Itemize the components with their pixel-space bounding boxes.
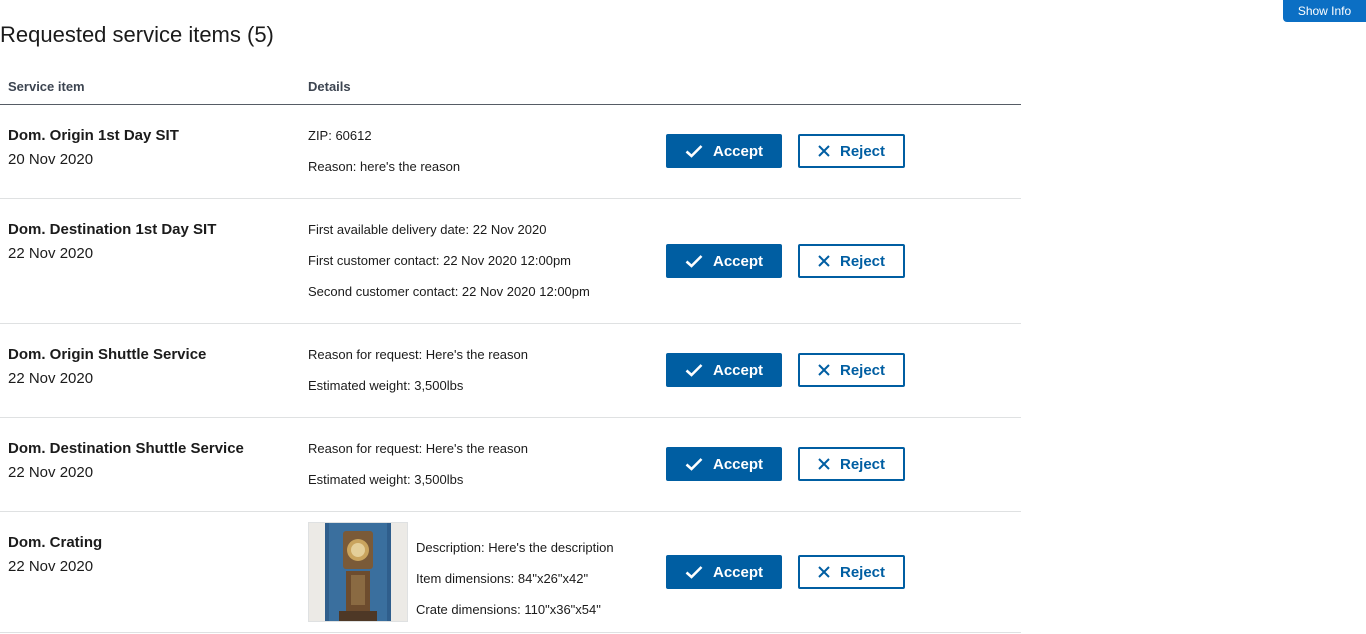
detail-line: First customer contact: 22 Nov 2020 12:0…	[308, 253, 572, 268]
grandfather-clock-photo	[309, 523, 407, 621]
close-icon	[818, 145, 830, 157]
service-item-date: 22 Nov 2020	[8, 464, 94, 481]
service-item-date: 22 Nov 2020	[8, 370, 94, 387]
close-icon	[818, 566, 830, 578]
detail-line: Description: Here's the description	[416, 540, 614, 555]
accept-button[interactable]: Accept	[666, 447, 782, 481]
check-icon	[685, 255, 703, 268]
detail-line: Second customer contact: 22 Nov 2020 12:…	[308, 284, 590, 299]
detail-line: ZIP: 60612	[308, 128, 372, 143]
crate-item-image[interactable]	[308, 522, 408, 622]
detail-line: Reason: here's the reason	[308, 159, 461, 174]
service-items-table: Service item Details Dom. Origin 1st Day…	[0, 70, 1021, 633]
accept-button[interactable]: Accept	[666, 555, 782, 589]
accept-label: Accept	[712, 142, 764, 160]
check-icon	[685, 145, 703, 158]
table-row: Dom. Crating 22 Nov 2020 Description: He…	[0, 512, 1021, 633]
table-row: Dom. Origin 1st Day SIT 20 Nov 2020 ZIP:…	[0, 105, 1021, 199]
service-item-date: 22 Nov 2020	[8, 558, 94, 575]
service-item-name: Dom. Destination 1st Day SIT	[8, 221, 217, 238]
service-item-name: Dom. Crating	[8, 534, 103, 551]
table-header: Service item Details	[0, 70, 1021, 105]
detail-line: Estimated weight: 3,500lbs	[308, 472, 464, 487]
table-row: Dom. Origin Shuttle Service 22 Nov 2020 …	[0, 324, 1021, 418]
reject-label: Reject	[839, 361, 886, 379]
reject-button[interactable]: Reject	[798, 555, 905, 589]
column-header-service-item: Service item	[8, 79, 85, 94]
reject-button[interactable]: Reject	[798, 447, 905, 481]
accept-label: Accept	[712, 563, 764, 581]
check-icon	[685, 458, 703, 471]
reject-button[interactable]: Reject	[798, 353, 905, 387]
reject-label: Reject	[839, 455, 886, 473]
close-icon	[818, 458, 830, 470]
detail-line: Reason for request: Here's the reason	[308, 347, 528, 362]
reject-label: Reject	[839, 563, 886, 581]
accept-button[interactable]: Accept	[666, 134, 782, 168]
table-row: Dom. Destination Shuttle Service 22 Nov …	[0, 418, 1021, 512]
detail-line: Reason for request: Here's the reason	[308, 441, 528, 456]
service-item-date: 20 Nov 2020	[8, 151, 94, 168]
reject-label: Reject	[839, 142, 886, 160]
detail-line: Crate dimensions: 110"x36"x54"	[416, 602, 601, 617]
accept-label: Accept	[712, 361, 764, 379]
accept-button[interactable]: Accept	[666, 244, 782, 278]
service-item-name: Dom. Destination Shuttle Service	[8, 440, 244, 457]
accept-label: Accept	[712, 252, 764, 270]
close-icon	[818, 255, 830, 267]
reject-label: Reject	[839, 252, 886, 270]
check-icon	[685, 566, 703, 579]
check-icon	[685, 364, 703, 377]
page-title: Requested service items (5)	[0, 22, 274, 47]
service-item-date: 22 Nov 2020	[8, 245, 94, 262]
service-item-name: Dom. Origin Shuttle Service	[8, 346, 207, 363]
service-item-name: Dom. Origin 1st Day SIT	[8, 127, 179, 144]
accept-button[interactable]: Accept	[666, 353, 782, 387]
table-row: Dom. Destination 1st Day SIT 22 Nov 2020…	[0, 199, 1021, 324]
detail-line: Estimated weight: 3,500lbs	[308, 378, 464, 393]
show-info-button[interactable]: Show Info	[1283, 0, 1366, 22]
accept-label: Accept	[712, 455, 764, 473]
column-header-details: Details	[308, 79, 351, 94]
reject-button[interactable]: Reject	[798, 244, 905, 278]
detail-line: First available delivery date: 22 Nov 20…	[308, 222, 547, 237]
reject-button[interactable]: Reject	[798, 134, 905, 168]
detail-line: Item dimensions: 84"x26"x42"	[416, 571, 589, 586]
close-icon	[818, 364, 830, 376]
